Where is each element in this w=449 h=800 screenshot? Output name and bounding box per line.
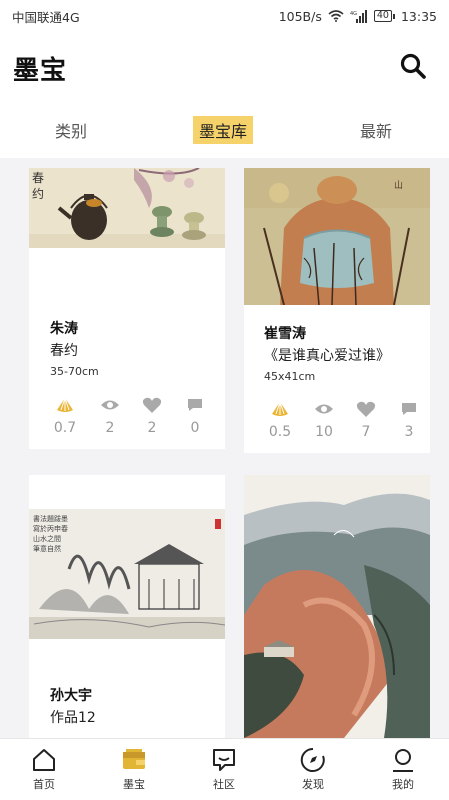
battery-icon: 40: [373, 10, 395, 22]
view-stat: 2: [90, 396, 130, 436]
artwork-image[interactable]: [244, 475, 430, 738]
view-count: 2: [105, 420, 115, 436]
tab-latest[interactable]: 最新: [360, 118, 392, 142]
view-stat: 10: [304, 400, 344, 440]
nav-community[interactable]: 社区: [194, 739, 254, 800]
battery-level: 40: [373, 10, 392, 22]
artwork-title: 作品12: [50, 710, 96, 726]
svg-text:寫於丙申春: 寫於丙申春: [33, 524, 68, 533]
artwork-image[interactable]: 山: [244, 168, 430, 305]
search-icon: [400, 53, 426, 79]
view-count: 10: [315, 424, 333, 440]
shell-count: 0.7: [53, 420, 77, 436]
like-stat[interactable]: 7: [346, 400, 386, 440]
nav-discover[interactable]: 发现: [283, 739, 343, 800]
artwork-title: 《是谁真心爱过谁》: [264, 348, 390, 364]
status-indicators: 105B/s 4G 40 13:35: [279, 9, 437, 24]
comment-icon: [402, 403, 416, 415]
shell-icon: [272, 401, 288, 416]
comment-stat[interactable]: 0: [175, 396, 215, 436]
artwork-stats: 0.5 10 7 3: [244, 400, 430, 450]
eye-icon: [101, 400, 119, 410]
shell-stat[interactable]: 0.5: [260, 400, 300, 440]
svg-text:约: 约: [32, 186, 44, 201]
wallet-icon: [123, 749, 145, 769]
heart-icon: [356, 401, 376, 417]
nav-mobao-label: 墨宝: [123, 778, 145, 791]
eye-icon: [315, 404, 333, 414]
like-count: 7: [361, 424, 371, 440]
chat-icon: [213, 749, 235, 771]
artwork-title: 春约: [50, 343, 78, 359]
svg-text:春: 春: [32, 171, 44, 185]
artwork-feed[interactable]: 春 约 朱涛 春约 35-70cm 0.7 2 2 0 山 崔雪涛 《是谁真心爱…: [0, 158, 449, 738]
compass-icon: [300, 747, 325, 772]
comment-count: 0: [190, 420, 200, 436]
nav-home-label: 首页: [33, 778, 55, 791]
artist-name: 孙大宇: [50, 688, 92, 704]
heart-icon: [142, 397, 162, 413]
nav-profile[interactable]: 我的: [373, 739, 433, 800]
artwork-size: 45x41cm: [264, 370, 316, 383]
carrier-label: 中国联通4G: [12, 9, 80, 25]
shell-count: 0.5: [268, 424, 292, 440]
svg-text:筆意自然: 筆意自然: [33, 544, 61, 553]
artwork-image[interactable]: 春 约: [29, 168, 225, 248]
app-header: 墨宝: [0, 32, 449, 100]
comment-icon: [188, 399, 202, 411]
artwork-card[interactable]: 春 约 朱涛 春约 35-70cm 0.7 2 2 0: [29, 168, 225, 449]
network-speed: 105B/s: [278, 8, 322, 24]
nav-home[interactable]: 首页: [14, 739, 74, 800]
nav-mobao[interactable]: 墨宝: [104, 739, 164, 800]
home-icon: [33, 749, 55, 771]
status-bar: 中国联通4G 105B/s 4G 40 13:35: [0, 0, 449, 32]
bottom-navigation: 首页 墨宝 社区 发现 我的: [0, 738, 449, 800]
svg-text:4G: 4G: [350, 11, 357, 17]
svg-text:山水之間: 山水之間: [33, 534, 61, 543]
artist-name: 朱涛: [50, 321, 78, 337]
person-icon: [393, 749, 413, 772]
shell-icon: [57, 397, 73, 412]
artwork-image[interactable]: 書法題跋墨 寫於丙申春 山水之間 筆意自然: [29, 509, 225, 639]
like-count: 2: [147, 420, 157, 436]
artwork-card[interactable]: [244, 475, 430, 738]
signal-icon: 4G: [350, 9, 368, 23]
search-button[interactable]: [399, 52, 427, 80]
shell-stat[interactable]: 0.7: [45, 396, 85, 436]
tab-category[interactable]: 类别: [55, 118, 87, 142]
artwork-size: 35-70cm: [50, 365, 99, 378]
nav-discover-label: 发现: [302, 778, 324, 791]
clock: 13:35: [400, 8, 437, 24]
comment-stat[interactable]: 3: [389, 400, 429, 440]
artwork-card[interactable]: 書法題跋墨 寫於丙申春 山水之間 筆意自然 孙大宇 作品12: [29, 475, 225, 738]
nav-profile-label: 我的: [392, 778, 414, 791]
like-stat[interactable]: 2: [132, 396, 172, 436]
category-tabs: 类别 墨宝库 最新: [0, 100, 449, 158]
wifi-icon: [328, 10, 344, 22]
tab-mobao-library[interactable]: 墨宝库: [193, 116, 254, 144]
comment-count: 3: [404, 424, 414, 440]
page-title: 墨宝: [13, 56, 68, 86]
svg-text:書法題跋墨: 書法題跋墨: [33, 514, 68, 523]
artwork-stats: 0.7 2 2 0: [29, 396, 225, 446]
artist-name: 崔雪涛: [264, 326, 306, 342]
svg-text:山: 山: [394, 180, 403, 191]
artwork-card[interactable]: 山 崔雪涛 《是谁真心爱过谁》 45x41cm 0.5 10 7 3: [244, 168, 430, 453]
nav-community-label: 社区: [213, 778, 235, 791]
